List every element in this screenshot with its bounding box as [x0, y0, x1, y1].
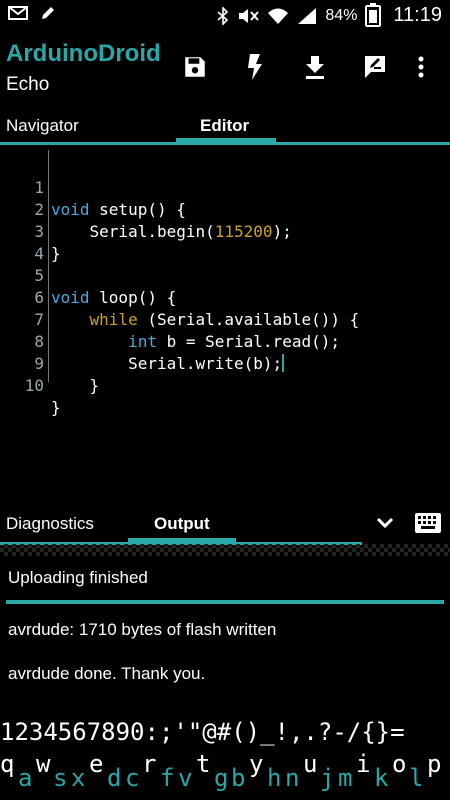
- code-line: 6 while (Serial.available()) {: [0, 265, 450, 329]
- signal-icon: [298, 7, 317, 24]
- key-y[interactable]: y: [249, 750, 263, 778]
- chevron-down-icon: [376, 517, 394, 529]
- output-line: avrdude done. Thank you.: [8, 664, 206, 683]
- sketch-name: Echo: [6, 74, 50, 95]
- code-line: 7 int b = Serial.read();: [0, 287, 450, 351]
- more-options-button[interactable]: [406, 52, 436, 82]
- key-v[interactable]: v: [178, 764, 192, 792]
- clock: 11:19: [393, 4, 442, 26]
- collapse-panel-button[interactable]: [376, 516, 394, 535]
- keyboard-symbol-row[interactable]: 1234567890:;'"@#()_!,.?-/{}=: [0, 718, 405, 746]
- key-l[interactable]: l: [409, 764, 423, 792]
- soft-keyboard: 1234567890:;'"@#()_!,.?-/{}= qawsxedcrfv…: [0, 712, 450, 800]
- code-editor[interactable]: 1 void setup() { 2 Serial.begin(115200);…: [0, 150, 450, 490]
- code-line: 3 }: [0, 199, 450, 263]
- key-x[interactable]: x: [71, 764, 85, 792]
- save-button[interactable]: [180, 52, 210, 82]
- flash-icon: [248, 54, 262, 80]
- keyboard-toggle-button[interactable]: [414, 512, 442, 539]
- edit-icon: [365, 56, 385, 78]
- app-bar: ArduinoDroid Echo: [0, 34, 450, 98]
- tab-navigator[interactable]: Navigator: [6, 116, 79, 136]
- code-line: 9 }: [0, 331, 450, 395]
- edit-button[interactable]: [360, 52, 390, 82]
- upload-progress-bar: [6, 600, 444, 604]
- key-a[interactable]: a: [18, 764, 32, 792]
- key-m[interactable]: m: [338, 764, 352, 792]
- download-icon: [306, 56, 324, 79]
- battery-icon: [365, 2, 382, 27]
- output-status: Uploading finished: [8, 568, 148, 587]
- code-line: 5 void loop() {: [0, 243, 450, 307]
- output-console: Uploading finished avrdude: 1710 bytes o…: [0, 556, 450, 706]
- key-k[interactable]: k: [374, 764, 388, 792]
- output-line: avrdude: 1710 bytes of flash written: [8, 620, 277, 639]
- panel-shadow: [0, 544, 450, 556]
- key-s[interactable]: s: [53, 764, 67, 792]
- tabs-divider: [0, 142, 450, 145]
- code-line: 4: [0, 221, 450, 263]
- code-line: 1 void setup() {: [0, 155, 450, 219]
- key-o[interactable]: o: [392, 750, 406, 778]
- mail-icon: [8, 6, 28, 20]
- mute-icon: [239, 8, 260, 23]
- save-icon: [185, 57, 205, 77]
- app-title: ArduinoDroid: [6, 40, 161, 67]
- key-h[interactable]: h: [267, 764, 281, 792]
- more-vert-icon: [418, 56, 424, 78]
- key-f[interactable]: f: [160, 764, 174, 792]
- key-d[interactable]: d: [107, 764, 121, 792]
- code-line: 8 Serial.write(b);: [0, 309, 450, 373]
- tab-editor[interactable]: Editor: [200, 116, 249, 136]
- keyboard-letter-row: qawsxedcrfvtgbyhnujmikolp: [0, 750, 450, 800]
- key-t[interactable]: t: [196, 750, 210, 778]
- key-w[interactable]: w: [36, 750, 50, 778]
- status-bar: 84% 11:19: [0, 0, 450, 34]
- bottom-panel-tabs: Diagnostics Output: [0, 508, 450, 548]
- tab-diagnostics[interactable]: Diagnostics: [6, 514, 94, 534]
- key-u[interactable]: u: [303, 750, 317, 778]
- line-number: 10: [24, 376, 44, 395]
- key-g[interactable]: g: [214, 764, 228, 792]
- main-tabs: Navigator Editor: [0, 110, 450, 145]
- key-p[interactable]: p: [427, 750, 441, 778]
- battery-percent: 84%: [325, 6, 358, 24]
- key-r[interactable]: r: [142, 750, 156, 778]
- key-e[interactable]: e: [89, 750, 103, 778]
- code-line: 2 Serial.begin(115200);: [0, 177, 450, 241]
- key-j[interactable]: j: [320, 764, 334, 792]
- key-q[interactable]: q: [0, 750, 14, 778]
- compile-button[interactable]: [240, 52, 270, 82]
- key-i[interactable]: i: [356, 750, 370, 778]
- upload-button[interactable]: [300, 52, 330, 82]
- key-c[interactable]: c: [125, 764, 139, 792]
- key-n[interactable]: n: [285, 764, 299, 792]
- bluetooth-icon: [217, 6, 229, 25]
- code-line: 10 }: [0, 353, 450, 417]
- pencil-icon: [42, 7, 54, 19]
- keyboard-icon: [415, 513, 441, 533]
- tab-output[interactable]: Output: [154, 514, 210, 534]
- wifi-icon: [268, 8, 289, 24]
- key-b[interactable]: b: [231, 764, 245, 792]
